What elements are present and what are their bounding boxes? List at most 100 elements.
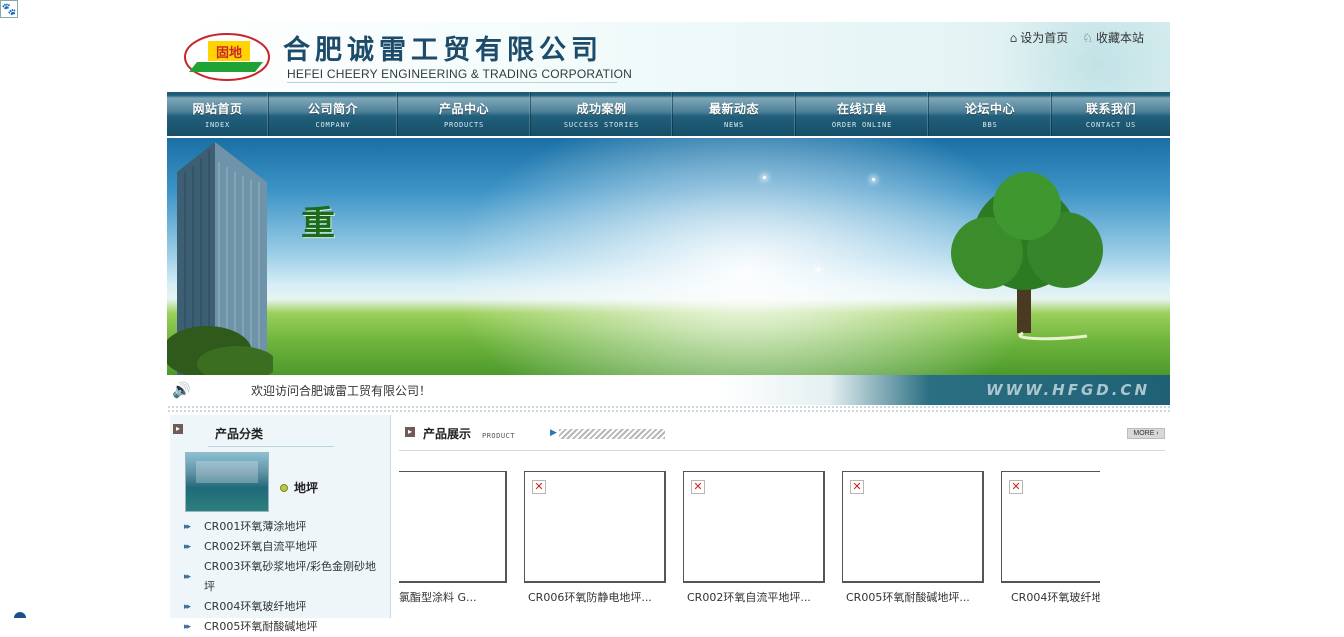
- list-item-label: CR005环氧耐酸碱地坪: [204, 620, 318, 633]
- triangle-right-icon: ▶: [550, 428, 557, 438]
- set-home-label: 设为首页: [1020, 31, 1069, 45]
- nav-label-cn: 论坛中心: [964, 101, 1015, 116]
- nav-label-en: SUCCESS STORIES: [563, 120, 640, 129]
- broken-image-icon: ✕: [850, 480, 864, 494]
- product-caption[interactable]: CR005环氧耐酸碱地坪...: [846, 589, 1006, 605]
- home-icon: ⌂: [1009, 30, 1018, 45]
- company-name-cn: 合肥诚雷工贸有限公司: [283, 35, 603, 66]
- banner-brand-char: 重: [301, 204, 335, 244]
- nav-label-cn: 产品中心: [438, 101, 489, 116]
- nav-label-en: PRODUCTS: [443, 120, 485, 129]
- double-arrow-icon: ▸▸: [184, 542, 191, 552]
- hatch-decoration: [559, 429, 665, 439]
- nav-item-company[interactable]: 公司简介 COMPANY: [269, 92, 398, 136]
- main-nav: 网站首页 INDEX 公司简介 COMPANY 产品中心 PRODUCTS 成功…: [167, 92, 1170, 136]
- product-card[interactable]: ✕ CR005环氧耐酸碱地坪...: [842, 471, 984, 605]
- add-favorite-link[interactable]: ♘ 收藏本站: [1082, 29, 1144, 46]
- sparkle: [872, 178, 875, 181]
- list-item[interactable]: ▸▸ CR005环氧耐酸碱地坪: [184, 617, 384, 637]
- more-button[interactable]: MORE ›: [1127, 428, 1165, 439]
- category-link[interactable]: 地坪: [280, 479, 318, 496]
- product-image[interactable]: ✕: [1001, 471, 1100, 583]
- product-caption[interactable]: CR002环氧自流平地坪...: [687, 589, 847, 605]
- product-caption[interactable]: CR006环氧防静电地坪...: [528, 589, 688, 605]
- product-category-sidebar: ▸ 产品分类 地坪 ▸▸ CR001环氧薄涂地坪 ▸▸ CR002环氧自流平地坪…: [170, 415, 391, 633]
- nav-item-news[interactable]: 最新动态 NEWS: [673, 92, 796, 136]
- nav-item-success-stories[interactable]: 成功案例 SUCCESS STORIES: [531, 92, 673, 136]
- status-indicator: [14, 612, 26, 618]
- broken-image-icon: ✕: [532, 480, 546, 494]
- tree-illustration: [951, 172, 1103, 341]
- nav-item-index[interactable]: 网站首页 INDEX: [167, 92, 269, 136]
- list-item-label: CR004环氧玻纤地坪: [204, 600, 307, 613]
- paw-icon: 🐾: [0, 0, 18, 18]
- sparkle: [817, 268, 820, 271]
- nav-label-cn: 最新动态: [708, 101, 759, 116]
- nav-label-en: NEWS: [723, 120, 745, 129]
- double-arrow-icon: ▸▸: [184, 572, 191, 582]
- sparkle: [763, 176, 766, 179]
- list-item[interactable]: ▸▸ CR002环氧自流平地坪: [184, 537, 384, 557]
- bullet-icon: [280, 483, 288, 492]
- top-links: ⌂ 设为首页 ♘ 收藏本站: [1010, 29, 1144, 46]
- company-name-en: HEFEI CHEERY ENGINEERING & TRADING CORPO…: [287, 67, 633, 81]
- company-logo: 固地: [184, 33, 270, 81]
- broken-image-icon: ✕: [1009, 480, 1023, 494]
- list-item[interactable]: ▸▸ CR004环氧玻纤地坪: [184, 597, 384, 617]
- sidebar-title: 产品分类: [215, 427, 264, 441]
- hero-banner: 重: [167, 138, 1170, 375]
- speaker-icon[interactable]: 🔊: [172, 381, 191, 399]
- nav-label-cn: 联系我们: [1085, 101, 1136, 116]
- sidebar-title-underline: [208, 446, 334, 447]
- list-item[interactable]: ▸▸ CR001环氧薄涂地坪: [184, 517, 384, 537]
- list-item-label: CR003环氧砂浆地坪/彩色金刚砂地坪: [204, 560, 377, 593]
- nav-label-en: COMPANY: [315, 120, 351, 129]
- list-item[interactable]: ▸▸ CR003环氧砂浆地坪/彩色金刚砂地坪: [184, 557, 384, 597]
- building-illustration: [167, 142, 273, 375]
- nav-label-en: ORDER ONLINE: [831, 120, 893, 129]
- list-item-label: CR001环氧薄涂地坪: [204, 520, 307, 533]
- add-favorite-label: 收藏本站: [1095, 31, 1144, 45]
- list-item-label: CR002环氧自流平地坪: [204, 540, 318, 553]
- header-divider: [287, 82, 617, 83]
- category-label: 地坪: [294, 481, 319, 495]
- double-arrow-icon: ▸▸: [184, 522, 191, 532]
- category-item-list: ▸▸ CR001环氧薄涂地坪 ▸▸ CR002环氧自流平地坪 ▸▸ CR003环…: [184, 517, 384, 637]
- sidebar-header: ▸ 产品分类: [170, 415, 391, 447]
- product-image[interactable]: ✕: [683, 471, 825, 583]
- product-showcase: ▸ 产品展示 PRODUCT ▶ MORE › 氯酯型涂料 G... ✕ CR0…: [399, 415, 1170, 618]
- nav-item-bbs[interactable]: 论坛中心 BBS: [929, 92, 1052, 136]
- double-arrow-icon: ▸▸: [184, 602, 191, 612]
- nav-item-contact[interactable]: 联系我们 CONTACT US: [1052, 92, 1170, 136]
- showcase-subtitle: PRODUCT: [482, 432, 516, 440]
- product-card[interactable]: ✕ CR004环氧玻纤地坪: [1001, 471, 1100, 605]
- welcome-message: 欢迎访问合肥诚雷工贸有限公司！: [251, 384, 432, 398]
- product-image[interactable]: ✕: [524, 471, 666, 583]
- nav-item-products[interactable]: 产品中心 PRODUCTS: [398, 92, 531, 136]
- product-image[interactable]: [399, 471, 507, 583]
- nav-label-cn: 成功案例: [576, 101, 627, 116]
- dotted-divider: [167, 405, 1170, 413]
- product-caption[interactable]: CR004环氧玻纤地坪: [1011, 589, 1100, 605]
- nav-item-order-online[interactable]: 在线订单 ORDER ONLINE: [796, 92, 929, 136]
- broken-image-icon: ✕: [691, 480, 705, 494]
- double-arrow-icon: ▸▸: [184, 622, 191, 632]
- product-card[interactable]: ✕ CR006环氧防静电地坪...: [524, 471, 666, 605]
- product-card[interactable]: 氯酯型涂料 G...: [399, 471, 507, 605]
- product-card[interactable]: ✕ CR002环氧自流平地坪...: [683, 471, 825, 605]
- category-thumbnail[interactable]: [185, 452, 269, 512]
- logo-text: 固地: [216, 45, 242, 61]
- nav-label-cn: 在线订单: [836, 101, 887, 116]
- set-home-link[interactable]: ⌂ 设为首页: [1010, 29, 1069, 46]
- showcase-title: 产品展示: [423, 427, 472, 441]
- sitemap-icon: ♘: [1082, 30, 1093, 45]
- showcase-header: ▸ 产品展示 PRODUCT ▶ MORE ›: [399, 415, 1165, 451]
- nav-label-en: INDEX: [204, 120, 231, 129]
- product-image[interactable]: ✕: [842, 471, 984, 583]
- nav-label-cn: 网站首页: [192, 101, 243, 116]
- site-header: 固地 合肥诚雷工贸有限公司 HEFEI CHEERY ENGINEERING &…: [167, 22, 1170, 92]
- site-url-watermark: WWW.HFGD.CN: [986, 381, 1150, 399]
- nav-label-cn: 公司简介: [307, 101, 358, 116]
- welcome-ticker: 🔊 欢迎访问合肥诚雷工贸有限公司！ WWW.HFGD.CN: [167, 375, 1170, 405]
- nav-label-en: CONTACT US: [1085, 120, 1137, 129]
